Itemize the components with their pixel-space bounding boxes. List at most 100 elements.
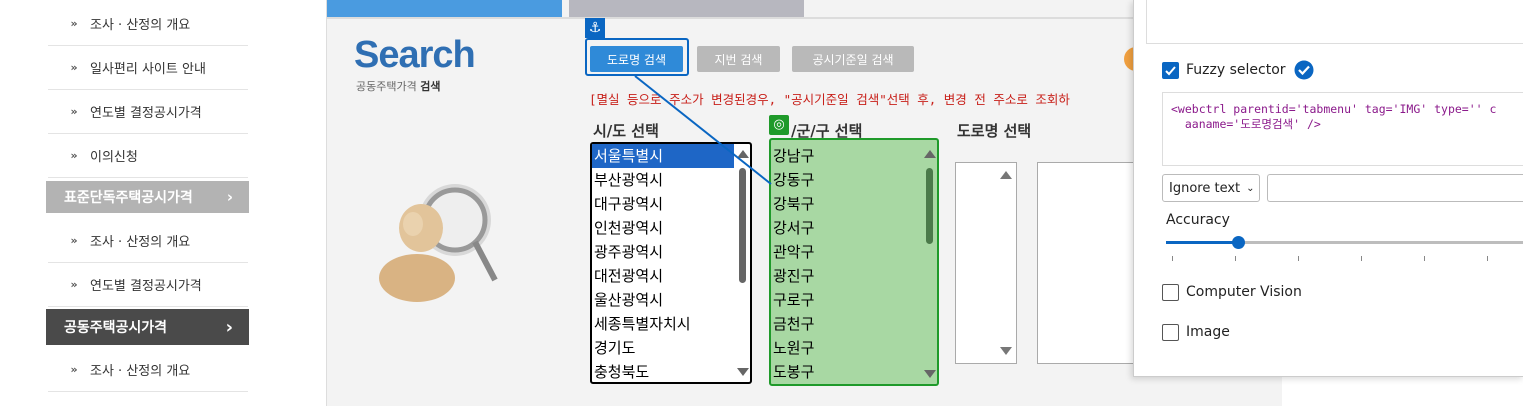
chevron-right-icon: » (70, 149, 78, 162)
search-subtitle: 공동주택가격 검색 (356, 78, 440, 94)
selector-editor-panel: Fuzzy selector <webctrl parentid='tabmen… (1133, 0, 1523, 377)
sidebar-item-yearly-price-2[interactable]: » 연도별 결정공시가격 (48, 263, 248, 307)
search-subtitle-text: 공동주택가격 (356, 80, 421, 93)
sidebar-item-label: 연도별 결정공시가격 (90, 279, 202, 294)
sidebar-item-label: 일사편리 사이트 안내 (90, 62, 206, 77)
search-logo: Search (354, 34, 476, 76)
sidebar-item-site-guide[interactable]: » 일사편리 사이트 안내 (48, 46, 248, 90)
chevron-right-icon: » (70, 363, 78, 376)
chevron-right-icon: » (70, 17, 78, 30)
scroll-down-icon[interactable] (924, 370, 936, 378)
gungu-option[interactable]: 구로구 (771, 288, 937, 312)
scroll-up-icon[interactable] (737, 150, 749, 158)
image-label: Image (1186, 324, 1230, 340)
ignore-text-value: Ignore text (1169, 180, 1241, 196)
image-checkbox[interactable] (1162, 324, 1179, 341)
sido-listbox[interactable]: 서울특별시 부산광역시 대구광역시 인천광역시 광주광역시 대전광역시 울산광역시 세종특별자… (590, 142, 752, 384)
sidebar-section-label: 표준단독주택공시가격 (64, 190, 193, 206)
sido-option[interactable]: 경기도 (592, 336, 750, 360)
sidebar-item-objection[interactable]: » 이의신청 (48, 134, 248, 178)
sidebar-item-label: 조사 · 산정의 개요 (90, 18, 191, 33)
slider-tick (1235, 256, 1236, 261)
scroll-thumb[interactable] (926, 168, 933, 244)
sido-option[interactable]: 충청북도 (592, 360, 750, 382)
gungu-option[interactable]: 관악구 (771, 240, 937, 264)
verified-icon (1294, 60, 1314, 80)
selector-code-editor[interactable]: <webctrl parentid='tabmenu' tag='IMG' ty… (1162, 92, 1523, 166)
scroll-down-icon[interactable] (1000, 347, 1012, 355)
gungu-listbox[interactable]: 강남구 강동구 강북구 강서구 관악구 광진구 구로구 금천구 노원구 도봉구 (769, 138, 939, 386)
sidebar-item-label: 이의신청 (90, 150, 138, 165)
chevron-right-icon: » (70, 278, 78, 291)
gungu-option[interactable]: 노원구 (771, 336, 937, 360)
sidebar-item-survey-overview-3[interactable]: » 조사 · 산정의 개요 (48, 348, 248, 392)
sido-option[interactable]: 서울특별시 (592, 144, 734, 168)
gungu-option[interactable]: 광진구 (771, 264, 937, 288)
road-search-button[interactable]: 도로명 검색 (590, 46, 683, 72)
ignore-text-dropdown[interactable]: Ignore text ⌄ (1162, 174, 1260, 202)
anchor-icon: ⚓ (585, 18, 605, 38)
target-icon: ◎ (769, 115, 789, 135)
sidebar-item-survey-overview-2[interactable]: » 조사 · 산정의 개요 (48, 219, 248, 263)
gungu-option[interactable]: 강북구 (771, 192, 937, 216)
sido-scrollbar[interactable] (736, 148, 749, 378)
fuzzy-selector-checkbox[interactable] (1162, 62, 1179, 79)
scroll-thumb[interactable] (739, 168, 746, 283)
gungu-option[interactable]: 강남구 (771, 144, 937, 168)
scroll-up-icon[interactable] (1000, 171, 1012, 179)
road-header: 도로명 선택 (957, 122, 1032, 140)
sidebar-item-label: 조사 · 산정의 개요 (90, 235, 191, 250)
gungu-option[interactable]: 강동구 (771, 168, 937, 192)
sidebar-item-survey-overview[interactable]: » 조사 · 산정의 개요 (48, 2, 248, 46)
slider-tick (1298, 256, 1299, 261)
scroll-down-icon[interactable] (737, 368, 749, 376)
fuzzy-selector-label: Fuzzy selector (1186, 62, 1286, 78)
accuracy-slider-thumb[interactable] (1232, 236, 1245, 249)
tab-active[interactable] (327, 0, 562, 17)
chevron-right-icon: » (70, 61, 78, 74)
chevron-right-icon: › (226, 188, 233, 206)
check-icon (1165, 66, 1176, 76)
sido-option[interactable]: 광주광역시 (592, 240, 750, 264)
person-search-illustration (379, 184, 498, 302)
sidebar-section-apartment[interactable]: 공동주택공시가격 › (46, 309, 249, 345)
computer-vision-checkbox[interactable] (1162, 284, 1179, 301)
chevron-right-icon: » (70, 234, 78, 247)
gungu-option[interactable]: 강서구 (771, 216, 937, 240)
tab-inactive[interactable] (569, 0, 804, 17)
sidebar-section-standard-house[interactable]: 표준단독주택공시가격 › (46, 181, 249, 213)
selector-code-line: aaname='도로명검색' /> (1171, 117, 1321, 131)
sidebar-item-label: 조사 · 산정의 개요 (90, 364, 191, 379)
chevron-right-icon: » (70, 105, 78, 118)
gungu-scrollbar[interactable] (923, 144, 936, 380)
sidebar-nav: » 조사 · 산정의 개요 » 일사편리 사이트 안내 » 연도별 결정공시가격… (0, 0, 327, 406)
date-search-button[interactable]: 공시기준일 검색 (792, 46, 914, 72)
sido-option[interactable]: 인천광역시 (592, 216, 750, 240)
gungu-option[interactable]: 도봉구 (771, 360, 937, 384)
notice-text: [멸실 등으로 주소가 변경된경우, "공시기준일 검색"선택 후, 변경 전 … (589, 92, 1070, 107)
road-initial-listbox[interactable] (955, 162, 1017, 364)
gungu-option[interactable]: 금천구 (771, 312, 937, 336)
chevron-down-icon: ⌄ (1246, 182, 1255, 194)
sido-header: 시/도 선택 (593, 122, 659, 140)
road-listbox[interactable] (1037, 162, 1137, 364)
selector-code-line: <webctrl parentid='tabmenu' tag='IMG' ty… (1171, 102, 1497, 116)
slider-tick (1487, 256, 1488, 261)
lot-search-button[interactable]: 지번 검색 (697, 46, 780, 72)
accuracy-slider-fill (1166, 241, 1238, 244)
top-textarea[interactable] (1146, 0, 1523, 44)
computer-vision-label: Computer Vision (1186, 284, 1302, 300)
sidebar-section-label: 공동주택공시가격 (64, 320, 168, 336)
sido-option[interactable]: 울산광역시 (592, 288, 750, 312)
search-subtitle-bold: 검색 (420, 80, 441, 93)
slider-tick (1172, 256, 1173, 261)
scroll-up-icon[interactable] (924, 150, 936, 158)
sido-option[interactable]: 대구광역시 (592, 192, 750, 216)
sido-option[interactable]: 부산광역시 (592, 168, 750, 192)
slider-tick (1424, 256, 1425, 261)
sido-option[interactable]: 세종특별자치시 (592, 312, 750, 336)
ignore-text-input[interactable] (1267, 174, 1523, 202)
sido-option[interactable]: 대전광역시 (592, 264, 750, 288)
sidebar-item-yearly-price[interactable]: » 연도별 결정공시가격 (48, 90, 248, 134)
chevron-right-icon: › (225, 316, 233, 338)
